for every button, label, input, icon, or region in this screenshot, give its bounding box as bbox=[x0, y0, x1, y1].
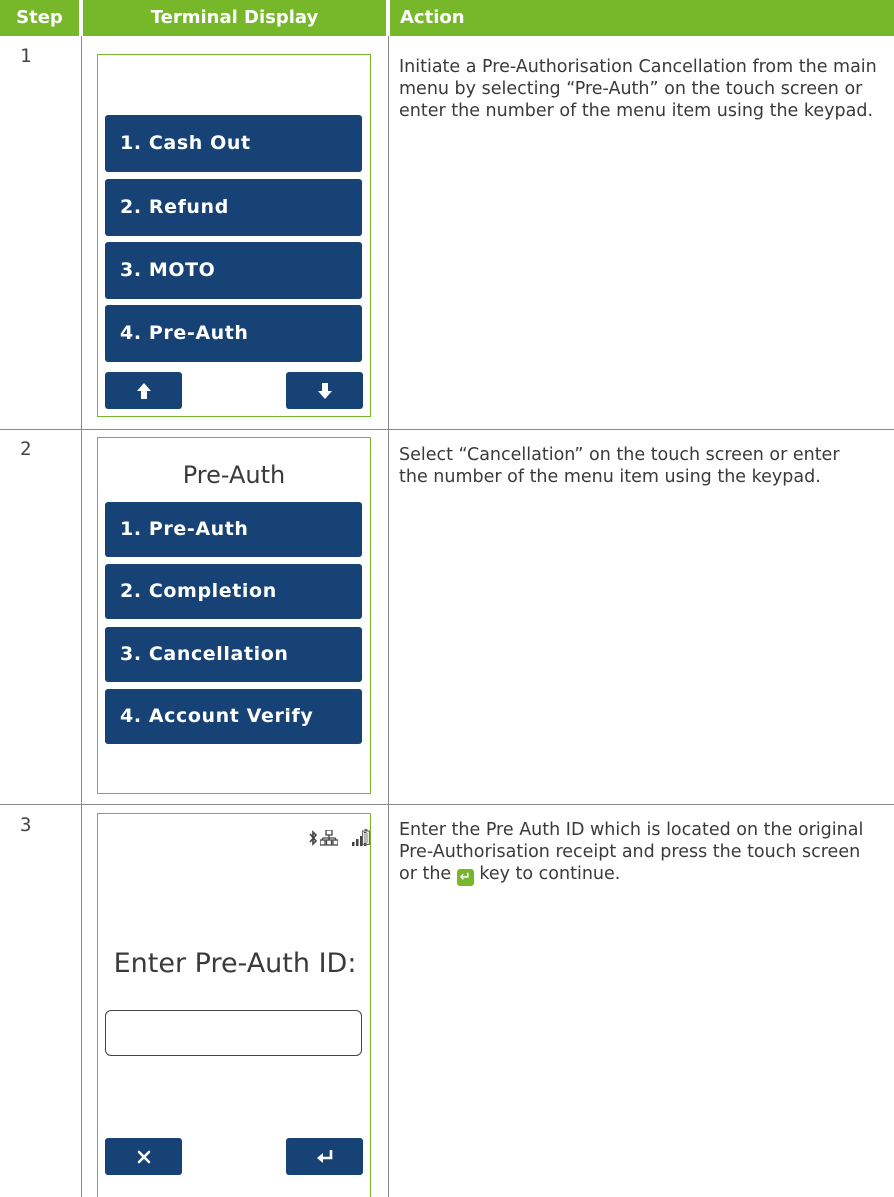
arrow-up-icon bbox=[136, 383, 151, 399]
scroll-up-button[interactable] bbox=[105, 372, 182, 409]
column-divider bbox=[81, 36, 82, 1197]
header-terminal-display: Terminal Display bbox=[83, 0, 386, 36]
menu-item-account-verify[interactable]: 4. Account Verify bbox=[105, 689, 362, 744]
network-icon bbox=[320, 830, 338, 846]
header-action: Action bbox=[390, 0, 894, 36]
enter-button[interactable] bbox=[286, 1138, 363, 1175]
header-divider bbox=[386, 0, 390, 36]
menu-item-moto[interactable]: 3. MOTO bbox=[105, 242, 362, 299]
step-number: 1 bbox=[20, 45, 32, 67]
menu-item-pre-auth[interactable]: 1. Pre-Auth bbox=[105, 502, 362, 557]
screen-title: Pre-Auth bbox=[182, 461, 286, 489]
arrow-down-icon bbox=[317, 383, 332, 399]
column-divider bbox=[388, 36, 389, 1197]
cancel-button[interactable] bbox=[105, 1138, 182, 1175]
menu-item-refund[interactable]: 2. Refund bbox=[105, 179, 362, 236]
bluetooth-icon bbox=[309, 830, 318, 846]
row-divider bbox=[0, 804, 894, 805]
row-divider bbox=[0, 429, 894, 430]
action-text: key to continue. bbox=[479, 864, 621, 884]
battery-icon bbox=[362, 829, 370, 845]
step-number: 3 bbox=[20, 814, 32, 836]
step-action: Initiate a Pre-Authorisation Cancellatio… bbox=[399, 57, 877, 121]
header-divider bbox=[79, 0, 83, 36]
menu-item-pre-auth[interactable]: 4. Pre-Auth bbox=[105, 305, 362, 362]
scroll-down-button[interactable] bbox=[286, 372, 363, 409]
menu-item-cancellation[interactable]: 3. Cancellation bbox=[105, 627, 362, 682]
x-icon bbox=[137, 1150, 150, 1164]
step-action: Select “Cancellation” on the touch scree… bbox=[399, 445, 840, 487]
menu-item-completion[interactable]: 2. Completion bbox=[105, 564, 362, 619]
header-step: Step bbox=[0, 0, 79, 36]
enter-pre-auth-id-label: Enter Pre-Auth ID: bbox=[113, 948, 357, 979]
enter-key-icon bbox=[316, 1150, 332, 1163]
step-number: 2 bbox=[20, 438, 32, 460]
step-action: Enter the Pre Auth ID which is located o… bbox=[399, 819, 869, 886]
menu-item-cash-out[interactable]: 1. Cash Out bbox=[105, 115, 362, 172]
pre-auth-id-input[interactable] bbox=[105, 1010, 362, 1056]
enter-key-icon: ↵ bbox=[456, 869, 474, 886]
